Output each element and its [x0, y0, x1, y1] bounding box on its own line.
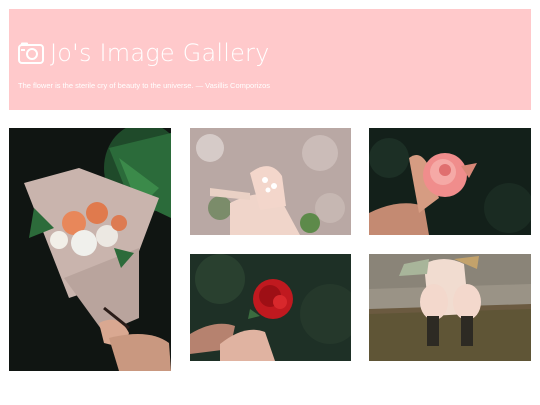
- gallery-photo-wildflowers[interactable]: [369, 254, 531, 361]
- gallery-photo-pink-rose[interactable]: [369, 128, 531, 235]
- gallery-header: Jo's Image Gallery The flower is the ste…: [9, 9, 531, 110]
- header-quote: The flower is the sterile cry of beauty …: [18, 81, 271, 90]
- camera-icon: [18, 42, 44, 64]
- gallery-photo-red-rose[interactable]: [190, 254, 351, 361]
- page-title: Jo's Image Gallery: [50, 39, 270, 67]
- gallery-photo-bouquet[interactable]: [9, 128, 171, 371]
- title-row: Jo's Image Gallery: [18, 39, 270, 67]
- gallery-photo-petals[interactable]: [190, 128, 351, 235]
